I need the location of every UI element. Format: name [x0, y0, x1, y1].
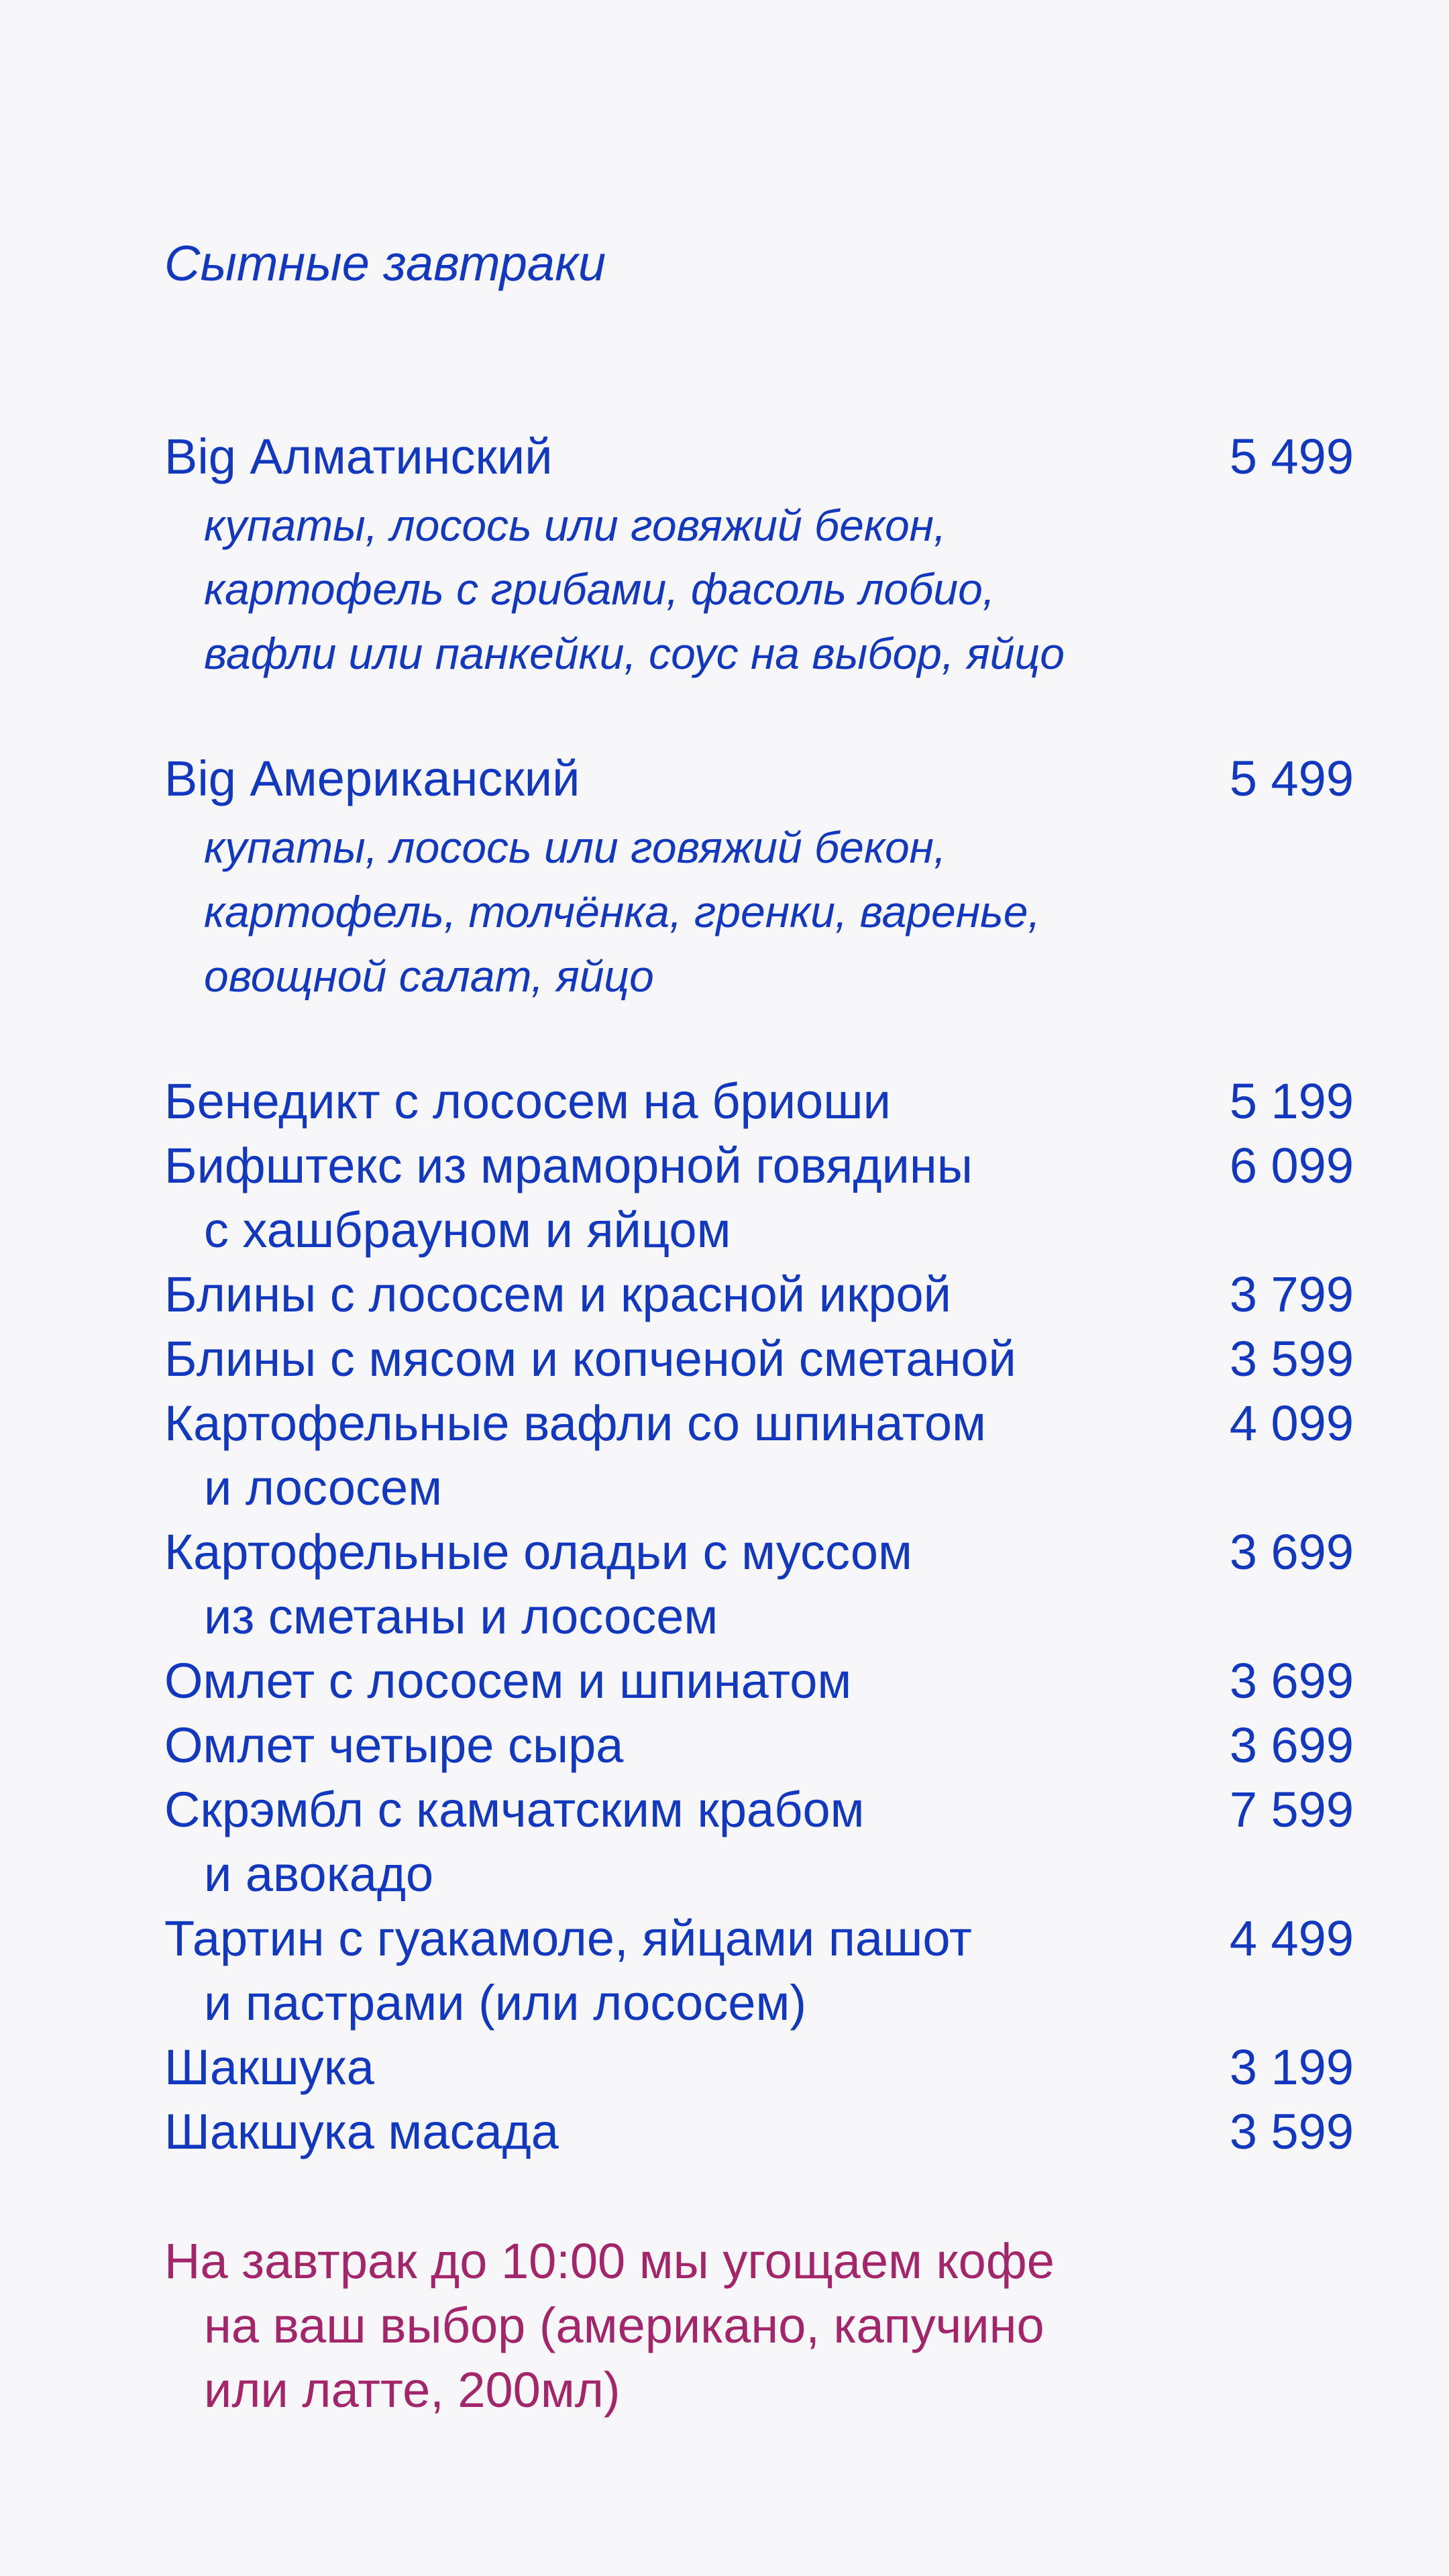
menu-item-price: 4 499	[1229, 1911, 1354, 1966]
breakfast-coffee-note: или латте, 200мл)	[204, 2362, 621, 2418]
menu-item-price: 6 099	[1229, 1138, 1354, 1193]
menu-item-description: овощной салат, яйцо	[204, 951, 654, 1001]
menu-item-price: 3 599	[1229, 2104, 1354, 2159]
menu-item-description: картофель с грибами, фасоль лобио,	[204, 564, 996, 614]
menu-item-name: Шакшука	[164, 2039, 374, 2095]
menu-item-name: Скрэмбл с камчатским крабом	[164, 1782, 865, 1837]
section-title: Сытные завтраки	[164, 235, 606, 291]
menu-item-name-continuation: и авокадо	[204, 1846, 434, 1902]
menu-item-price: 3 699	[1229, 1717, 1354, 1773]
menu-item-price: 3 799	[1229, 1267, 1354, 1322]
menu-item-price: 5 199	[1229, 1073, 1354, 1129]
menu-item-description: купаты, лосось или говяжий бекон,	[204, 822, 947, 872]
menu-item-price: 7 599	[1229, 1782, 1354, 1837]
menu-item-price: 3 699	[1229, 1653, 1354, 1709]
menu-item-name: Тартин с гуакамоле, яйцами пашот	[164, 1911, 972, 1966]
breakfast-coffee-note: На завтрак до 10:00 мы угощаем кофе	[164, 2233, 1055, 2289]
menu-item-name: Омлет с лососем и шпинатом	[164, 1653, 852, 1709]
menu-item-name: Блины с мясом и копченой сметаной	[164, 1331, 1016, 1387]
menu-item-description: вафли или панкейки, соус на выбор, яйцо	[204, 629, 1065, 678]
menu-item-name-continuation: и пастрами (или лососем)	[204, 1975, 806, 2031]
menu-item-name-continuation: с хашбрауном и яйцом	[204, 1202, 731, 1258]
menu-item-name-continuation: из сметаны и лососем	[204, 1589, 718, 1644]
menu-item-name: Big Американский	[164, 751, 580, 806]
menu-item-price: 5 499	[1229, 429, 1354, 484]
menu-item-name: Шакшука масада	[164, 2104, 559, 2159]
menu-item-description: купаты, лосось или говяжий бекон,	[204, 500, 947, 550]
menu-item-name-continuation: и лососем	[204, 1460, 443, 1515]
menu-item-name: Картофельные оладьи с муссом	[164, 1524, 912, 1580]
menu-item-price: 5 499	[1229, 751, 1354, 806]
menu-item-price: 3 699	[1229, 1524, 1354, 1580]
menu-item-description: картофель, толчёнка, гренки, варенье,	[204, 887, 1040, 936]
menu-item-name: Омлет четыре сыра	[164, 1717, 624, 1773]
menu-item-name: Big Алматинский	[164, 429, 553, 484]
menu-item-name: Картофельные вафли со шпинатом	[164, 1395, 986, 1451]
menu-item-name: Блины с лососем и красной икрой	[164, 1267, 952, 1322]
menu-page: Сытные завтраки Big Алматинский 5 499 ку…	[0, 0, 1449, 2576]
menu-item-price: 4 099	[1229, 1395, 1354, 1451]
menu-item-price: 3 599	[1229, 1331, 1354, 1387]
menu-item-name: Бифштекс из мраморной говядины	[164, 1138, 973, 1193]
menu-item-name: Бенедикт с лососем на бриоши	[164, 1073, 891, 1129]
breakfast-coffee-note: на ваш выбор (американо, капучино	[204, 2298, 1044, 2353]
menu-item-price: 3 199	[1229, 2039, 1354, 2095]
